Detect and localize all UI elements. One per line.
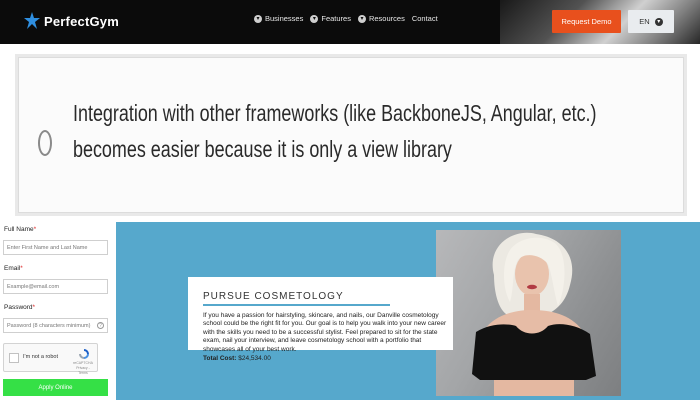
main-nav: ▾ Businesses ▾ Features ▾ Resources Cont… <box>254 14 438 23</box>
placeholder: Enter First Name and Last Name <box>7 244 88 251</box>
placeholder: Password (8 characters minimum) <box>7 322 91 329</box>
logo-text: PerfectGym <box>44 13 119 29</box>
recaptcha-logo-icon <box>79 349 89 359</box>
required-marker: * <box>33 226 37 233</box>
request-demo-button[interactable]: Request Demo <box>552 10 621 33</box>
help-icon[interactable]: ? <box>97 322 104 329</box>
nav-label: Contact <box>411 14 438 23</box>
promo-title: PURSUE COSMETOLOGY <box>203 291 344 302</box>
full-name-label: Full Name* <box>4 226 36 233</box>
label-text: Password <box>4 304 33 311</box>
password-input[interactable]: Password (8 characters minimum) ? <box>3 318 108 333</box>
nav-resources[interactable]: ▾ Resources <box>357 14 405 23</box>
language-selector[interactable]: EN ▾ <box>628 10 674 33</box>
nav-contact[interactable]: Contact <box>412 14 438 23</box>
promo-section: PURSUE COSMETOLOGY <box>116 222 700 400</box>
star-logo-icon <box>24 12 40 29</box>
recaptcha-terms: reCAPTCHA Privacy - Terms <box>73 361 93 375</box>
cost-label: Total Cost: <box>203 355 237 363</box>
nav-features[interactable]: ▾ Features <box>310 14 351 23</box>
promo-description: If you have a passion for hairstyling, s… <box>203 312 447 353</box>
chevron-down-icon: ▾ <box>654 17 663 26</box>
placeholder: Example@email.com <box>7 283 60 290</box>
radio-button[interactable] <box>38 130 52 156</box>
chevron-down-icon: ▾ <box>310 14 319 23</box>
model-photo <box>436 230 621 396</box>
email-input[interactable]: Example@email.com <box>3 279 108 294</box>
email-label: Email* <box>4 265 23 272</box>
label-text: Full Name <box>4 226 34 233</box>
apply-online-button[interactable]: Apply Online <box>3 379 108 396</box>
title-underline <box>203 304 390 306</box>
chevron-down-icon: ▾ <box>254 14 262 23</box>
nav-label: Features <box>321 14 351 23</box>
cost-value: $24,534.00 <box>238 355 271 363</box>
recaptcha-label: I'm not a robot <box>23 354 58 360</box>
top-navbar: PerfectGym ▾ Businesses ▾ Features ▾ Res… <box>0 0 700 44</box>
signup-form: Full Name* Enter First Name and Last Nam… <box>0 222 116 400</box>
quiz-option-text: Integration with other frameworks (like … <box>73 100 597 162</box>
required-marker: * <box>32 304 36 311</box>
page: PerfectGym ▾ Businesses ▾ Features ▾ Res… <box>0 0 700 400</box>
label-text: Email <box>4 265 21 272</box>
quiz-option-container: Integration with other frameworks (like … <box>15 54 687 216</box>
required-marker: * <box>20 265 23 272</box>
nav-label: Resources <box>368 14 405 23</box>
nav-businesses[interactable]: ▾ Businesses <box>254 14 303 23</box>
woman-portrait-image <box>472 232 596 396</box>
recaptcha-checkbox[interactable] <box>9 353 19 363</box>
quiz-option[interactable]: Integration with other frameworks (like … <box>18 57 684 213</box>
recaptcha-widget: I'm not a robot reCAPTCHA Privacy - Term… <box>3 343 98 375</box>
password-label: Password* <box>4 304 35 311</box>
language-label: EN <box>639 17 650 26</box>
nav-label: Businesses <box>265 14 304 23</box>
promo-body: If you have a passion for hairstyling, s… <box>203 312 451 362</box>
total-cost: Total Cost: $24,534.00 <box>203 355 451 362</box>
perfectgym-logo[interactable]: PerfectGym <box>24 10 119 32</box>
full-name-input[interactable]: Enter First Name and Last Name <box>3 240 108 255</box>
chevron-down-icon: ▾ <box>357 14 366 23</box>
